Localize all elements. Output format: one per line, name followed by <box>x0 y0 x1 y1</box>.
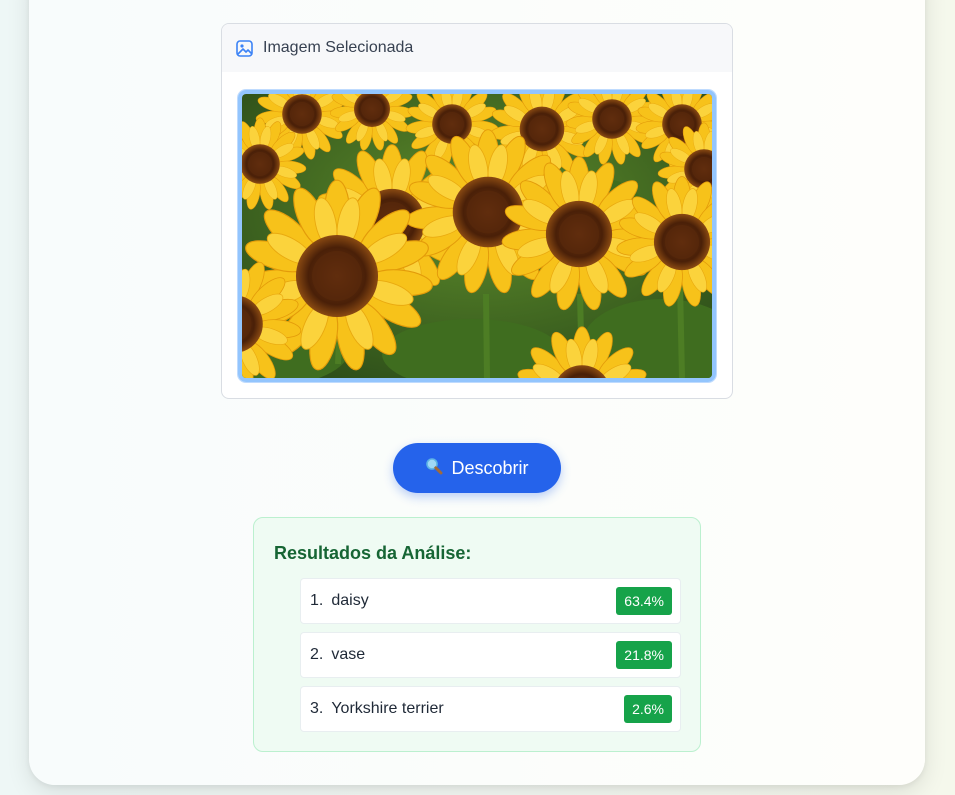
result-label: daisy <box>331 592 369 609</box>
score-badge: 63.4% <box>616 587 672 615</box>
image-icon <box>236 39 253 57</box>
panel-title: Imagem Selecionada <box>263 39 414 56</box>
result-rank: 1. <box>310 592 324 609</box>
result-rank: 3. <box>310 700 324 717</box>
discover-button[interactable]: Descobrir <box>393 443 561 493</box>
selected-image-panel: Imagem Selecionada <box>221 23 733 399</box>
result-item: 2. vase 21.8% <box>300 632 681 678</box>
result-label: Yorkshire terrier <box>331 700 444 717</box>
discover-label: Descobrir <box>451 457 529 478</box>
score-badge: 2.6% <box>624 695 672 723</box>
magnifier-icon <box>425 457 443 480</box>
selected-image <box>238 90 716 382</box>
result-item: 1. daisy 63.4% <box>300 578 681 624</box>
result-item: 3. Yorkshire terrier 2.6% <box>300 686 681 732</box>
results-panel: Resultados da Análise: 1. daisy 63.4% 2.… <box>253 517 701 752</box>
result-rank: 2. <box>310 646 324 663</box>
results-title: Resultados da Análise: <box>274 543 472 563</box>
score-badge: 21.8% <box>616 641 672 669</box>
result-label: vase <box>331 646 366 663</box>
panel-header: Imagem Selecionada <box>222 24 732 72</box>
